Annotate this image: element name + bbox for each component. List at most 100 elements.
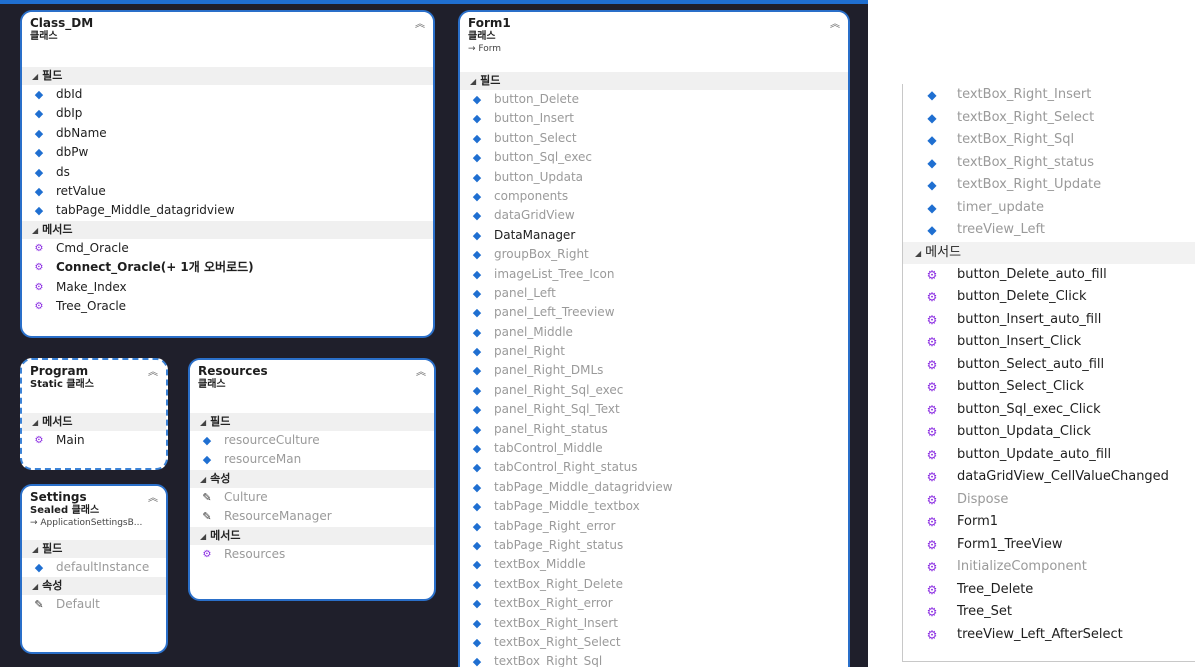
collapse-icon[interactable]: ︽ xyxy=(148,489,158,504)
methods-section-header[interactable]: ◢ 메서드 xyxy=(903,241,1195,264)
expand-triangle-icon[interactable]: ◢ xyxy=(32,226,38,235)
field-item[interactable]: ◆ timer_update xyxy=(903,197,1195,220)
field-item[interactable]: ◆ textBox_Middle xyxy=(460,555,848,574)
method-item[interactable]: ⚙ Form1 xyxy=(903,511,1195,534)
field-item[interactable]: ◆ ds xyxy=(22,163,433,182)
method-item[interactable]: ⚙ treeView_Left_AfterSelect xyxy=(903,624,1195,647)
property-item[interactable]: ✎ Culture xyxy=(190,488,434,507)
fields-section-header[interactable]: ◢ 필드 xyxy=(22,540,166,558)
method-item[interactable]: ⚙ button_Updata_Click xyxy=(903,421,1195,444)
expand-triangle-icon[interactable]: ◢ xyxy=(32,545,38,554)
method-item[interactable]: ⚙ Connect_Oracle(+ 1개 오버로드) xyxy=(22,258,433,277)
field-item[interactable]: ◆ DataManager xyxy=(460,226,848,245)
field-item[interactable]: ◆ textBox_Right_Insert xyxy=(460,614,848,633)
field-item[interactable]: ◆ components xyxy=(460,187,848,206)
settings-shape[interactable]: Settings Sealed 클래스 → ApplicationSetting… xyxy=(20,484,168,654)
field-item[interactable]: ◆ textBox_Right_Select xyxy=(903,107,1195,130)
field-item[interactable]: ◆ button_Insert xyxy=(460,109,848,128)
field-item[interactable]: ◆ textBox_Right_Delete xyxy=(460,575,848,594)
field-item[interactable]: ◆ button_Sql_exec xyxy=(460,148,848,167)
field-item[interactable]: ◆ textBox_Right_Select xyxy=(460,633,848,652)
field-item[interactable]: ◆ panel_Right xyxy=(460,342,848,361)
form1-detail-panel[interactable]: ◆ textBox_Right_Insert ◆ textBox_Right_Sele… xyxy=(902,84,1195,662)
method-item[interactable]: ⚙ Dispose xyxy=(903,489,1195,512)
method-item[interactable]: ⚙ button_Insert_auto_fill xyxy=(903,309,1195,332)
field-item[interactable]: ◆ textBox_Right_status xyxy=(903,152,1195,175)
field-item[interactable]: ◆ retValue xyxy=(22,182,433,201)
field-item[interactable]: ◆ treeView_Left xyxy=(903,219,1195,242)
collapse-icon[interactable]: ︽ xyxy=(830,15,840,30)
method-item[interactable]: ⚙ Cmd_Oracle xyxy=(22,239,433,258)
collapse-icon[interactable]: ︽ xyxy=(415,15,425,30)
field-item[interactable]: ◆ tabPage_Right_status xyxy=(460,536,848,555)
field-item[interactable]: ◆ panel_Left_Treeview xyxy=(460,303,848,322)
method-item[interactable]: ⚙ button_Insert_Click xyxy=(903,331,1195,354)
method-item[interactable]: ⚙ button_Delete_Click xyxy=(903,286,1195,309)
field-item[interactable]: ◆ tabPage_Middle_datagridview xyxy=(22,201,433,220)
field-item[interactable]: ◆ button_Select xyxy=(460,129,848,148)
method-item[interactable]: ⚙ dataGridView_CellValueChanged xyxy=(903,466,1195,489)
expand-triangle-icon[interactable]: ◢ xyxy=(32,582,38,591)
class-diagram-canvas[interactable]: Class_DM 클래스 ︽ ◢ 필드 ◆ dbId ◆ dbIp ◆ dbName ◆ dbP… xyxy=(0,0,868,667)
field-item[interactable]: ◆ panel_Right_DMLs xyxy=(460,361,848,380)
resources-shape[interactable]: Resources 클래스 ︽ ◢ 필드 ◆ resourceCulture ◆ res… xyxy=(188,358,436,601)
field-item[interactable]: ◆ groupBox_Right xyxy=(460,245,848,264)
field-item[interactable]: ◆ dbIp xyxy=(22,104,433,123)
field-item[interactable]: ◆ tabControl_Middle xyxy=(460,439,848,458)
field-item[interactable]: ◆ dbId xyxy=(22,85,433,104)
field-item[interactable]: ◆ resourceMan xyxy=(190,450,434,469)
field-item[interactable]: ◆ textBox_Right_Update xyxy=(903,174,1195,197)
field-item[interactable]: ◆ textBox_Right_error xyxy=(460,594,848,613)
method-item[interactable]: ⚙ Make_Index xyxy=(22,278,433,297)
field-item[interactable]: ◆ button_Delete xyxy=(460,90,848,109)
methods-section-header[interactable]: ◢ 메서드 xyxy=(190,526,434,545)
expand-triangle-icon[interactable]: ◢ xyxy=(200,475,206,484)
property-item[interactable]: ✎ Default xyxy=(22,595,166,614)
fields-section-header[interactable]: ◢ 필드 xyxy=(190,413,434,431)
expand-triangle-icon[interactable]: ◢ xyxy=(915,249,921,258)
class-dm-header[interactable]: Class_DM 클래스 ︽ xyxy=(22,12,433,45)
method-item[interactable]: ⚙ Tree_Set xyxy=(903,601,1195,624)
method-item[interactable]: ⚙ Tree_Delete xyxy=(903,579,1195,602)
field-item[interactable]: ◆ defaultInstance xyxy=(22,558,166,577)
field-item[interactable]: ◆ dataGridView xyxy=(460,206,848,225)
collapse-icon[interactable]: ︽ xyxy=(416,363,426,378)
field-item[interactable]: ◆ resourceCulture xyxy=(190,431,434,450)
property-item[interactable]: ✎ ResourceManager xyxy=(190,507,434,526)
method-item[interactable]: ⚙ Tree_Oracle xyxy=(22,297,433,316)
field-item[interactable]: ◆ imageList_Tree_Icon xyxy=(460,265,848,284)
field-item[interactable]: ◆ dbPw xyxy=(22,143,433,162)
field-item[interactable]: ◆ dbName xyxy=(22,124,433,143)
fields-section-header[interactable]: ◢ 필드 xyxy=(460,72,848,90)
collapse-icon[interactable]: ︽ xyxy=(148,363,158,378)
field-item[interactable]: ◆ panel_Left xyxy=(460,284,848,303)
expand-triangle-icon[interactable]: ◢ xyxy=(200,418,206,427)
method-item[interactable]: ⚙ button_Select_auto_fill xyxy=(903,354,1195,377)
method-item[interactable]: ⚙ button_Update_auto_fill xyxy=(903,444,1195,467)
field-item[interactable]: ◆ textBox_Right_Sql xyxy=(460,652,848,667)
method-item[interactable]: ⚙ InitializeComponent xyxy=(903,556,1195,579)
field-item[interactable]: ◆ textBox_Right_Sql xyxy=(903,129,1195,152)
properties-section-header[interactable]: ◢ 속성 xyxy=(22,577,166,596)
program-header[interactable]: Program Static 클래스 ︽ xyxy=(22,360,166,393)
field-item[interactable]: ◆ tabPage_Middle_textbox xyxy=(460,497,848,516)
settings-header[interactable]: Settings Sealed 클래스 → ApplicationSetting… xyxy=(22,486,166,532)
fields-section-header[interactable]: ◢ 필드 xyxy=(22,67,433,85)
field-item[interactable]: ◆ panel_Right_status xyxy=(460,420,848,439)
program-shape[interactable]: Program Static 클래스 ︽ ◢ 메서드 ⚙ Main xyxy=(20,358,168,470)
field-item[interactable]: ◆ panel_Right_Sql_exec xyxy=(460,381,848,400)
expand-triangle-icon[interactable]: ◢ xyxy=(200,532,206,541)
method-item[interactable]: ⚙ Form1_TreeView xyxy=(903,534,1195,557)
field-item[interactable]: ◆ panel_Middle xyxy=(460,323,848,342)
methods-section-header[interactable]: ◢ 메서드 xyxy=(22,413,166,431)
properties-section-header[interactable]: ◢ 속성 xyxy=(190,469,434,488)
method-item[interactable]: ⚙ button_Delete_auto_fill xyxy=(903,264,1195,287)
class-dm-shape[interactable]: Class_DM 클래스 ︽ ◢ 필드 ◆ dbId ◆ dbIp ◆ dbName ◆ dbP… xyxy=(20,10,435,338)
expand-triangle-icon[interactable]: ◢ xyxy=(470,77,476,86)
field-item[interactable]: ◆ tabPage_Middle_datagridview xyxy=(460,478,848,497)
form1-shape[interactable]: Form1 클래스 → Form ︽ ◢ 필드 ◆ button_Delete ◆ bu… xyxy=(458,10,850,667)
expand-triangle-icon[interactable]: ◢ xyxy=(32,418,38,427)
field-item[interactable]: ◆ tabControl_Right_status xyxy=(460,458,848,477)
resources-header[interactable]: Resources 클래스 ︽ xyxy=(190,360,434,393)
field-item[interactable]: ◆ tabPage_Right_error xyxy=(460,517,848,536)
